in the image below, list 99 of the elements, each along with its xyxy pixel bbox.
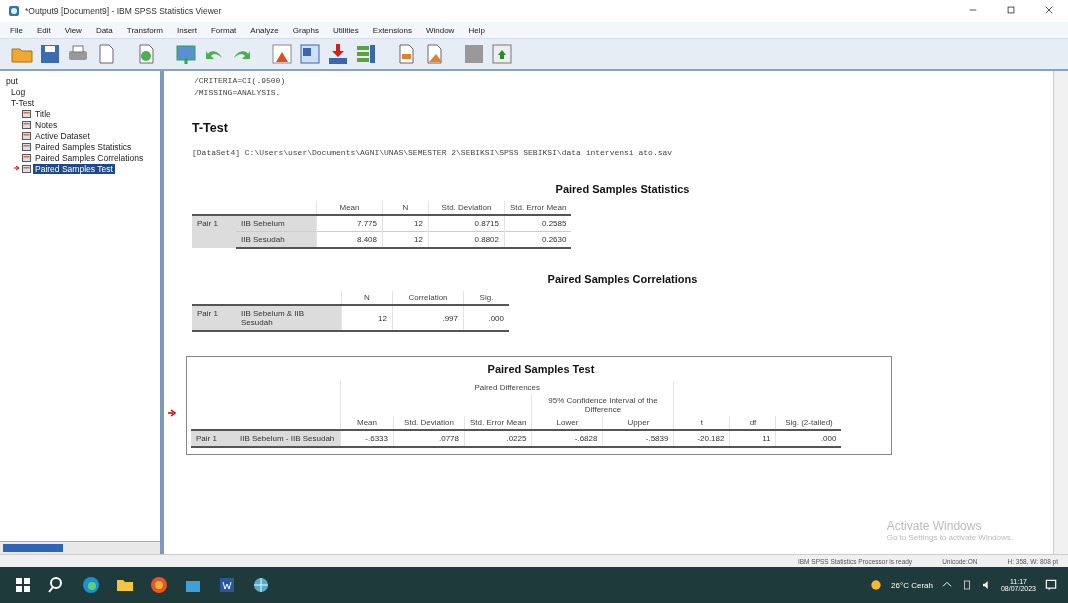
column-header: Std. Error Mean	[504, 201, 572, 215]
column-group-header: 95% Confidence Interval of the Difference	[531, 394, 674, 416]
outline-item[interactable]: Paired Samples Statistics	[33, 141, 134, 152]
table-cell: 12	[341, 305, 393, 331]
windows-logo-icon[interactable]	[14, 576, 32, 594]
row-header: Pair 1	[191, 430, 235, 447]
table-cell: 12	[382, 215, 429, 232]
section-heading: T-Test	[192, 121, 229, 135]
selection-arrow-icon	[168, 409, 176, 417]
menu-item[interactable]: Edit	[36, 25, 51, 35]
table-title: Paired Samples Statistics	[554, 183, 691, 195]
outline-item[interactable]: put	[4, 75, 20, 86]
table-icon	[22, 153, 31, 162]
weather-icon[interactable]	[869, 578, 884, 592]
table-cell: -.5839	[602, 430, 674, 447]
save-icon[interactable]	[38, 42, 62, 66]
column-header: Std. Deviation	[393, 416, 465, 430]
go-to-variable-icon[interactable]	[354, 42, 378, 66]
table-title: Paired Samples Test	[486, 363, 596, 375]
column-header: t	[673, 416, 730, 430]
table-cell: 12	[382, 231, 429, 248]
designate-window-icon[interactable]	[490, 42, 514, 66]
activation-title: Activate Windows	[886, 519, 983, 533]
dialog-icon[interactable]	[174, 42, 198, 66]
table-cell: .0778	[393, 430, 465, 447]
table-cell: -20.182	[673, 430, 730, 447]
table-cell: 0.2585	[504, 215, 572, 232]
column-header: Std. Deviation	[428, 201, 505, 215]
outline-item[interactable]: T-Test	[9, 97, 37, 108]
outline-item[interactable]: Title	[33, 108, 53, 119]
table-icon	[22, 142, 31, 151]
outline-item[interactable]: Notes	[33, 119, 60, 130]
table-cell: 0.8715	[428, 215, 505, 232]
column-header: Sig.	[463, 291, 509, 305]
table-icon	[22, 109, 31, 118]
go-to-case-icon[interactable]	[326, 42, 350, 66]
column-group-header: Paired Differences	[340, 381, 674, 394]
globe-icon[interactable]	[252, 576, 270, 594]
table-cell: 0.8802	[428, 231, 505, 248]
window-title: *Output9 [Document9] - IBM SPSS Statistics Viewer	[25, 6, 222, 16]
column-header: Lower	[531, 416, 603, 430]
table-cell: .000	[775, 430, 842, 447]
row-label: IIB Sebelum	[236, 215, 317, 232]
menu-item[interactable]: Window	[425, 25, 455, 35]
variables-icon[interactable]	[298, 42, 322, 66]
app-icon	[8, 5, 20, 17]
column-header: Sig. (2-tailed)	[775, 416, 842, 430]
data-view-icon[interactable]	[270, 42, 294, 66]
syntax-line: /CRITERIA=CI(.9500)	[194, 75, 287, 87]
vertical-scrollbar[interactable]	[1053, 71, 1068, 554]
menu-item[interactable]: View	[64, 25, 82, 35]
row-label: IIB Sebelum - IIB Sesudah	[235, 430, 341, 447]
row-header: Pair 1	[192, 215, 236, 248]
table-cell: .997	[392, 305, 464, 331]
table-cell: 7.775	[316, 215, 383, 232]
syntax-line: /MISSING=ANALYSIS.	[194, 87, 282, 99]
table-title: Paired Samples Correlations	[546, 273, 699, 285]
menu-item[interactable]: Help	[468, 25, 485, 35]
column-header: Upper	[602, 416, 674, 430]
dataset-path: [DataSet4] C:\Users\user\Documents\AGNI\UNAS\SEMESTER 2\SEBIKSI\SPSS SEBIKSI\data intervensi ato.sav	[192, 147, 674, 159]
menu-item[interactable]: Extensions	[372, 25, 412, 35]
table-icon	[22, 164, 31, 173]
row-label: IIB Sebelum & IIB Sesudah	[236, 305, 342, 331]
table-cell: .0225	[464, 430, 532, 447]
menu-item[interactable]: Format	[210, 25, 237, 35]
horizontal-scrollbar[interactable]	[0, 541, 160, 554]
column-header: Correlation	[392, 291, 464, 305]
menu-item[interactable]: Transform	[126, 25, 163, 35]
table-cell: .000	[463, 305, 509, 331]
word-document-icon[interactable]	[218, 576, 236, 594]
menu-item[interactable]: Data	[95, 25, 113, 35]
column-header: df	[729, 416, 776, 430]
table-cell: -.6333	[340, 430, 394, 447]
outline-item[interactable]: Active Dataset	[33, 130, 92, 141]
menu-item[interactable]: File	[10, 25, 23, 35]
outline-item[interactable]: Paired Samples Correlations	[33, 152, 146, 163]
table-icon	[22, 120, 31, 129]
table-cell: 0.2630	[504, 231, 572, 248]
outline-item[interactable]: Log	[9, 86, 28, 97]
outline-item[interactable]: Paired Samples Test	[33, 163, 115, 174]
close-icon[interactable]	[1044, 5, 1054, 15]
maximize-icon[interactable]	[1006, 5, 1016, 15]
row-header: Pair 1	[192, 305, 236, 331]
menu-item[interactable]: Analyze	[250, 25, 279, 35]
notification-icon[interactable]	[1044, 578, 1058, 592]
menu-item[interactable]: Graphs	[292, 25, 319, 35]
column-header: N	[382, 201, 429, 215]
selection-arrow-icon	[14, 165, 20, 171]
table-cell: 8.408	[316, 231, 383, 248]
browser-icon[interactable]	[150, 576, 168, 594]
menu-item[interactable]: Insert	[176, 25, 197, 35]
table-cell: 11	[729, 430, 776, 447]
row-label: IIB Sesudah	[236, 231, 317, 248]
table-icon	[22, 131, 31, 140]
table-cell: -.6828	[531, 430, 603, 447]
column-header: Std. Error Mean	[464, 416, 532, 430]
weather-text[interactable]: 26°C Cerah	[891, 580, 933, 590]
browser-icon[interactable]	[82, 576, 100, 594]
menu-item[interactable]: Utilities	[333, 25, 359, 35]
